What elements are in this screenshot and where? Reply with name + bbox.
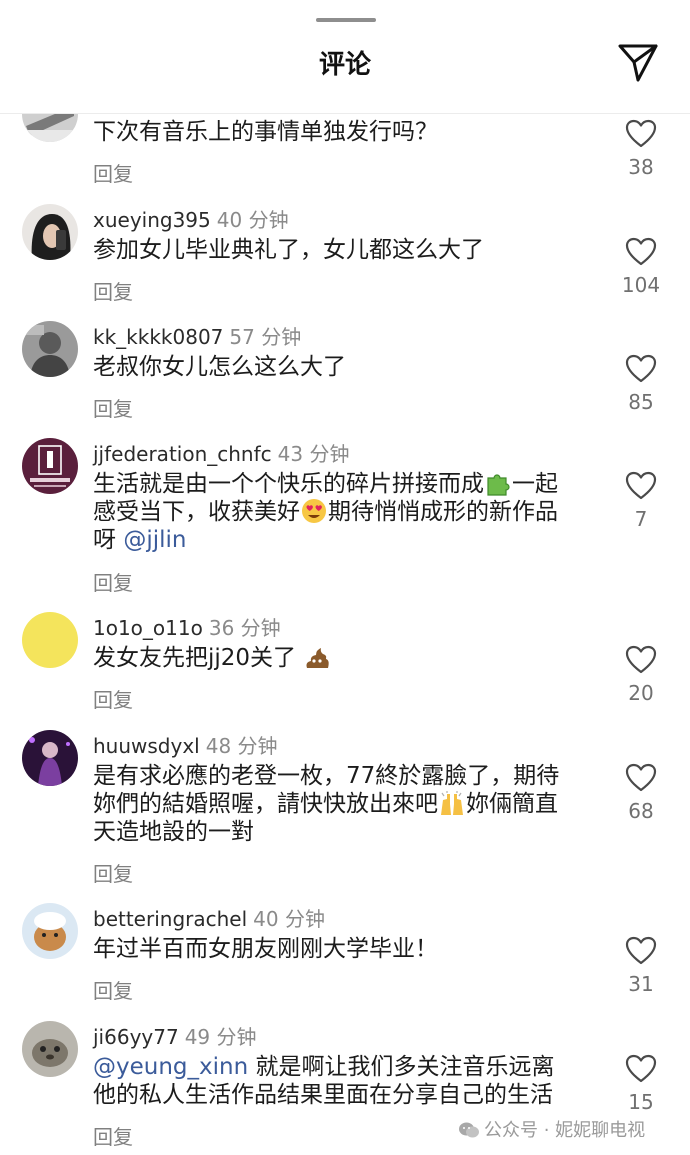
heart-outline-icon	[625, 763, 657, 792]
timestamp: 57 分钟	[229, 325, 302, 349]
heart-outline-icon	[625, 645, 657, 674]
comment-meta: huuwsdyxl 48 分钟	[93, 730, 278, 759]
timestamp: 49 分钟	[184, 1025, 257, 1049]
reply-button[interactable]: 回复	[93, 393, 133, 422]
poop-emoji	[303, 644, 331, 670]
timestamp: 40 分钟	[253, 907, 325, 931]
comment-text: 发女友先把jj20关了	[93, 644, 603, 672]
like-button[interactable]: 38	[612, 119, 670, 179]
heart-outline-icon	[625, 1054, 657, 1083]
like-count: 15	[628, 1090, 654, 1114]
comment-meta: xueying395 40 分钟	[93, 204, 289, 233]
like-button[interactable]: 15	[612, 1054, 670, 1114]
username[interactable]: ji66yy77	[93, 1025, 179, 1049]
like-button[interactable]: 7	[612, 471, 670, 531]
reply-button[interactable]: 回复	[93, 858, 133, 887]
comment-text: 年过半百而女朋友刚刚大学毕业！	[93, 936, 438, 962]
timestamp: 43 分钟	[277, 442, 350, 466]
reply-button[interactable]: 回复	[93, 684, 133, 713]
reply-button[interactable]: 回复	[93, 158, 133, 187]
heart-outline-icon	[625, 354, 657, 383]
avatar[interactable]	[22, 1021, 78, 1077]
comment-text: 是有求必應的老登一枚，77終於露臉了，期待 妳們的結婚照喔，請快快放出來吧 妳倆簡…	[93, 762, 603, 846]
send-icon[interactable]	[616, 40, 660, 84]
username[interactable]: 1o1o_o11o	[93, 616, 203, 640]
like-button[interactable]: 20	[612, 645, 670, 705]
text-fragment: 感受当下，收获美好	[93, 499, 300, 525]
text-fragment: 期待悄悄成形的新作品	[328, 499, 558, 525]
reply-button[interactable]: 回复	[93, 276, 133, 305]
comment-text: @yeung_xinn 就是啊让我们多关注音乐远离 他的私人生活作品结果里面在分…	[93, 1053, 603, 1109]
timestamp: 40 分钟	[216, 208, 289, 232]
text-fragment: 生活就是由一个个快乐的碎片拼接而成	[93, 471, 484, 497]
text-fragment: 妳們的結婚照喔，請快快放出來吧	[93, 791, 438, 817]
text-fragment: 一起	[512, 471, 558, 497]
like-count: 38	[628, 155, 654, 179]
comment-meta: kk_kkkk0807 57 分钟	[93, 321, 301, 350]
avatar[interactable]	[22, 730, 78, 786]
avatar[interactable]	[22, 204, 78, 260]
comment-meta: ji66yy77 49 分钟	[93, 1021, 257, 1050]
text-fragment: 他的私人生活作品结果里面在分享自己的生活	[93, 1082, 553, 1108]
page-title: 评论	[318, 50, 371, 80]
text-fragment: 天造地設的一對	[93, 819, 254, 845]
raising-hands-emoji	[438, 790, 466, 816]
text-fragment: 呀	[93, 527, 124, 553]
like-button[interactable]: 68	[612, 763, 670, 823]
username[interactable]: xueying395	[93, 208, 211, 232]
text-fragment: 发女友先把jj20关了	[93, 645, 297, 671]
comments-list[interactable]: 下次有音乐上的事情单独发行吗？ 回复 38 xueying395 40 分钟 参加…	[0, 0, 690, 1155]
text-fragment: 就是啊让我们多关注音乐远离	[248, 1054, 555, 1080]
timestamp: 48 分钟	[205, 734, 278, 758]
header-divider	[0, 113, 690, 114]
comment-meta: betteringrachel 40 分钟	[93, 903, 325, 932]
drag-handle[interactable]	[316, 18, 376, 22]
reply-button[interactable]: 回复	[93, 567, 133, 596]
heart-outline-icon	[625, 471, 657, 500]
avatar[interactable]	[22, 438, 78, 494]
like-button[interactable]: 31	[612, 936, 670, 996]
avatar[interactable]	[22, 321, 78, 377]
like-count: 7	[634, 507, 648, 531]
comment-text: 参加女儿毕业典礼了，女儿都这么大了	[93, 237, 484, 263]
comment-text: 下次有音乐上的事情单独发行吗？	[93, 119, 438, 145]
reply-button[interactable]: 回复	[93, 975, 133, 1004]
timestamp: 36 分钟	[208, 616, 281, 640]
like-count: 85	[628, 390, 654, 414]
sheet-header: 评论	[0, 0, 690, 113]
like-count: 20	[628, 681, 654, 705]
like-count: 31	[628, 972, 654, 996]
comment-meta: jjfederation_chnfc 43 分钟	[93, 438, 349, 467]
like-button[interactable]: 85	[612, 354, 670, 414]
heart-outline-icon	[625, 936, 657, 965]
heart-eyes-emoji	[300, 498, 328, 524]
comments-sheet: 下次有音乐上的事情单独发行吗？ 回复 38 xueying395 40 分钟 参加…	[0, 0, 690, 1155]
mention-link[interactable]: @jjlin	[123, 527, 186, 553]
watermark-text: 公众号 · 妮妮聊电视	[484, 1120, 646, 1141]
watermark: 公众号 · 妮妮聊电视	[458, 1116, 645, 1142]
wechat-icon	[459, 1122, 479, 1138]
comment-text: 生活就是由一个个快乐的碎片拼接而成 一起 感受当下，收获美好 期待悄悄成形的新作品 …	[93, 470, 603, 554]
comment-meta: 1o1o_o11o 36 分钟	[93, 612, 281, 641]
username[interactable]: jjfederation_chnfc	[93, 442, 272, 466]
username[interactable]: kk_kkkk0807	[93, 325, 223, 349]
heart-outline-icon	[625, 237, 657, 266]
avatar[interactable]	[22, 903, 78, 959]
username[interactable]: huuwsdyxl	[93, 734, 200, 758]
heart-outline-icon	[625, 119, 657, 148]
reply-button[interactable]: 回复	[93, 1121, 133, 1150]
mention-link[interactable]: @yeung_xinn	[93, 1054, 248, 1080]
like-button[interactable]: 104	[612, 237, 670, 297]
text-fragment: 妳倆簡直	[466, 791, 558, 817]
avatar[interactable]	[22, 612, 78, 668]
puzzle-piece-emoji	[484, 470, 512, 496]
username[interactable]: betteringrachel	[93, 907, 247, 931]
like-count: 104	[621, 273, 661, 297]
text-fragment: 是有求必應的老登一枚，77終於露臉了，期待	[93, 763, 560, 789]
like-count: 68	[628, 799, 654, 823]
comment-text: 老叔你女儿怎么这么大了	[93, 354, 346, 380]
